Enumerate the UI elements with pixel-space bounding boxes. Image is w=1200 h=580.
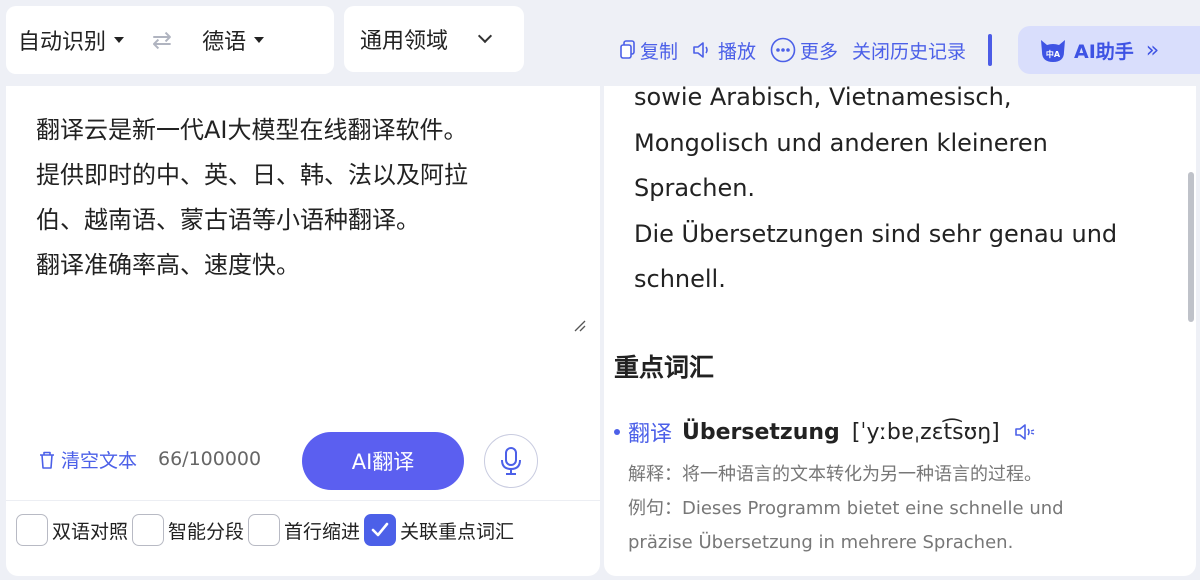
ai-helper-label: AI助手 bbox=[1074, 40, 1134, 63]
speaker-icon[interactable] bbox=[1014, 422, 1036, 442]
scrollbar-thumb[interactable] bbox=[1188, 172, 1194, 322]
option-label: 双语对照 bbox=[52, 520, 129, 543]
double-chevron-right-icon: » bbox=[1145, 37, 1160, 63]
checkbox[interactable] bbox=[248, 514, 281, 546]
result-toolbar: 复制 播放 更多 关闭历史记录 bbox=[620, 30, 1000, 70]
source-language-label: 自动识别 bbox=[18, 30, 107, 55]
translation-text: sowie Arabisch, Vietnamesisch, Mongolisc… bbox=[634, 86, 1118, 293]
bullet-dot bbox=[614, 429, 620, 435]
ai-cat-icon: 中A bbox=[1041, 40, 1065, 62]
copy-label: 复制 bbox=[640, 40, 679, 63]
more-button[interactable]: 更多 bbox=[770, 37, 838, 64]
microphone-button[interactable] bbox=[484, 434, 538, 488]
swap-icon[interactable]: ⇄ bbox=[152, 26, 172, 54]
option-label: 首行缩进 bbox=[284, 520, 361, 543]
caret-down-icon bbox=[254, 37, 265, 43]
source-panel: 翻译云是新一代AI大模型在线翻译软件。 提供即时的中、英、日、韩、法以及阿拉 伯… bbox=[6, 86, 600, 576]
play-button[interactable]: 播放 bbox=[692, 37, 756, 64]
trash-icon bbox=[40, 451, 54, 469]
language-selector: 自动识别 ⇄ 德语 bbox=[6, 6, 334, 74]
vocab-explanation: 解释：将一种语言的文本转化为另一种语言的过程。 bbox=[628, 464, 1042, 485]
option-label: 关联重点词汇 bbox=[400, 520, 515, 543]
vocab-title: 重点词汇 bbox=[614, 353, 715, 382]
domain-label: 通用领域 bbox=[360, 29, 449, 54]
close-history-label: 关闭历史记录 bbox=[852, 40, 967, 63]
caret-down-icon bbox=[114, 37, 125, 43]
option-label: 智能分段 bbox=[168, 520, 245, 543]
microphone-icon bbox=[501, 447, 521, 475]
checkbox-checked[interactable] bbox=[364, 514, 397, 546]
ai-helper-button[interactable]: 中A AI助手 » bbox=[1018, 26, 1200, 74]
more-icon bbox=[770, 37, 796, 63]
options-divider bbox=[6, 500, 600, 501]
vocab-example-line-2: präzise Übersetzung in mehrere Sprachen. bbox=[628, 532, 1014, 553]
resize-handle-icon[interactable] bbox=[570, 316, 586, 332]
vocab-item: 翻译 Übersetzung [ˈyːbɐˌzɛt͡sʊŋ] bbox=[614, 416, 1036, 448]
clear-text-button[interactable]: 清空文本 bbox=[38, 446, 137, 473]
vocab-source-word[interactable]: 翻译 bbox=[628, 416, 672, 448]
option-first-line-indent[interactable]: 首行缩进 bbox=[248, 514, 360, 546]
option-bilingual[interactable]: 双语对照 bbox=[16, 514, 128, 546]
target-language-dropdown[interactable]: 德语 bbox=[202, 24, 265, 56]
source-textarea[interactable]: 翻译云是新一代AI大模型在线翻译软件。 提供即时的中、英、日、韩、法以及阿拉 伯… bbox=[36, 108, 576, 288]
chevron-down-icon bbox=[477, 28, 493, 44]
vocab-example-line-1: 例句：Dieses Programm bietet eine schnelle … bbox=[628, 498, 1064, 519]
toolbar-divider bbox=[988, 34, 993, 66]
clear-text-label: 清空文本 bbox=[61, 450, 138, 472]
copy-button[interactable]: 复制 bbox=[620, 37, 678, 64]
option-smart-paragraph[interactable]: 智能分段 bbox=[132, 514, 244, 546]
speaker-icon bbox=[693, 42, 708, 58]
character-count: 66/100000 bbox=[158, 448, 262, 470]
translation-options: 双语对照 智能分段 首行缩进 关联重点词汇 bbox=[16, 514, 518, 546]
more-label: 更多 bbox=[800, 40, 839, 63]
option-related-vocab[interactable]: 关联重点词汇 bbox=[364, 514, 514, 546]
play-label: 播放 bbox=[718, 40, 757, 63]
ai-icon-text: 中A bbox=[1046, 49, 1061, 59]
source-language-dropdown[interactable]: 自动识别 bbox=[18, 24, 125, 56]
vocab-phonetic: [ˈyːbɐˌzɛt͡sʊŋ] bbox=[851, 419, 1000, 445]
translation-panel: sowie Arabisch, Vietnamesisch, Mongolisc… bbox=[604, 86, 1196, 576]
copy-icon bbox=[620, 40, 635, 59]
domain-dropdown[interactable]: 通用领域 bbox=[344, 6, 524, 72]
target-language-label: 德语 bbox=[202, 30, 247, 55]
checkbox[interactable] bbox=[16, 514, 48, 546]
close-history-button[interactable]: 关闭历史记录 bbox=[852, 37, 966, 64]
vocab-description: 解释：将一种语言的文本转化为另一种语言的过程。 例句：Dieses Progra… bbox=[628, 458, 1168, 560]
check-icon bbox=[371, 522, 389, 537]
ai-translate-button[interactable]: AI翻译 bbox=[302, 432, 464, 490]
vocab-target-word: Übersetzung bbox=[682, 419, 840, 445]
checkbox[interactable] bbox=[132, 514, 165, 546]
